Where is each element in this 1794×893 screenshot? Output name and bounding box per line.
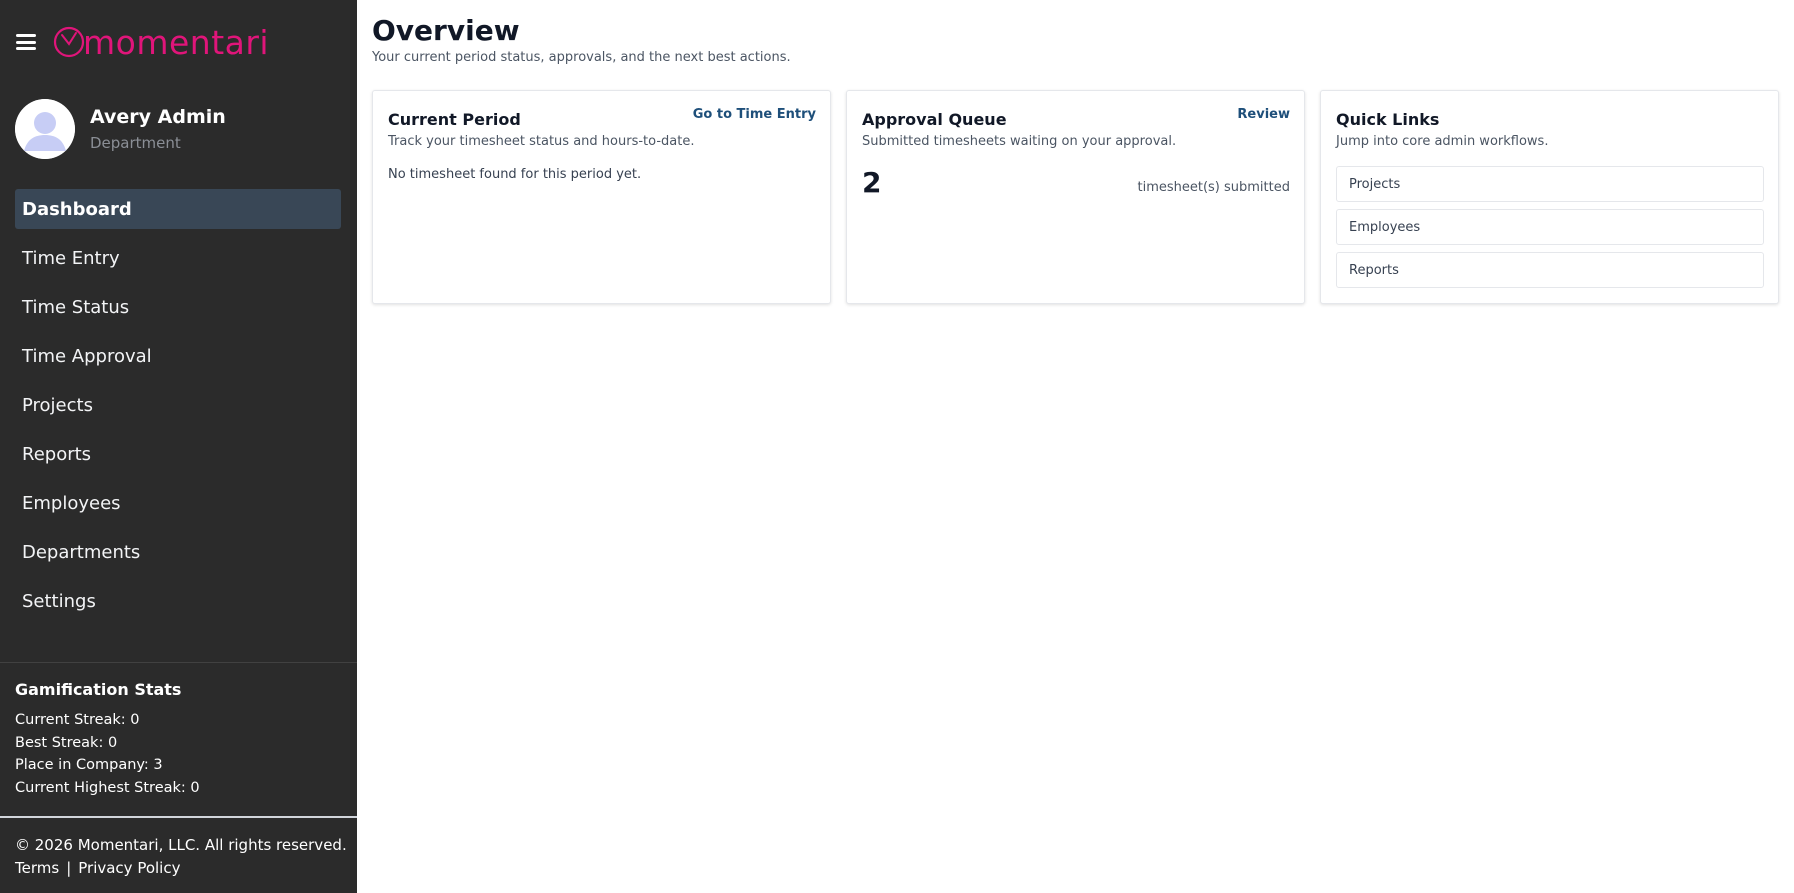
user-name: Avery Admin [90, 106, 226, 128]
current-period-card: Current Period Go to Time Entry Track yo… [372, 90, 831, 304]
sidebar-divider [0, 662, 357, 663]
go-to-time-entry-link[interactable]: Go to Time Entry [693, 107, 816, 122]
privacy-policy-link[interactable]: Privacy Policy [78, 859, 180, 877]
review-link[interactable]: Review [1237, 107, 1290, 122]
quick-links-card: Quick Links Jump into core admin workflo… [1320, 90, 1779, 304]
sidebar-item-time-approval[interactable]: Time Approval [15, 336, 341, 376]
sidebar-item-reports[interactable]: Reports [15, 434, 341, 474]
footer-separator: | [66, 858, 72, 877]
quick-link-projects[interactable]: Projects [1336, 166, 1764, 202]
best-streak: Best Streak: 0 [15, 734, 118, 751]
card-title: Current Period [388, 110, 521, 129]
page-title: Overview [372, 14, 520, 47]
footer-divider [0, 816, 357, 818]
gamification-stats: Gamification Stats Current Streak: 0 Bes… [15, 680, 200, 799]
empty-timesheet-message: No timesheet found for this period yet. [388, 167, 642, 182]
sidebar-footer: © 2026 Momentari, LLC. All rights reserv… [15, 834, 347, 879]
user-department: Department [90, 134, 181, 152]
card-description: Submitted timesheets waiting on your app… [862, 134, 1177, 149]
card-title: Quick Links [1336, 110, 1440, 129]
logo[interactable]: momentari [52, 25, 269, 59]
user-avatar-icon [15, 99, 75, 159]
terms-link[interactable]: Terms [15, 859, 59, 877]
sidebar-nav: Dashboard Time Entry Time Status Time Ap… [15, 189, 341, 630]
sidebar: momentari Avery Admin Department Dashboa… [0, 0, 357, 893]
submitted-count: 2 [862, 166, 882, 199]
brand-bar: momentari [14, 20, 269, 64]
submitted-count-label: timesheet(s) submitted [1137, 180, 1290, 195]
logo-text: momentari [83, 22, 270, 62]
clock-icon [53, 26, 85, 58]
gamification-title: Gamification Stats [15, 680, 182, 699]
user-profile: Avery Admin Department [15, 99, 226, 159]
place-in-company: Place in Company: 3 [15, 757, 163, 773]
current-streak: Current Streak: 0 [15, 712, 140, 728]
quick-link-employees[interactable]: Employees [1336, 209, 1764, 245]
sidebar-item-projects[interactable]: Projects [15, 385, 341, 425]
sidebar-item-time-entry[interactable]: Time Entry [15, 238, 341, 278]
card-description: Jump into core admin workflows. [1336, 134, 1549, 149]
card-description: Track your timesheet status and hours-to… [388, 134, 695, 149]
page-subtitle: Your current period status, approvals, a… [372, 50, 791, 65]
quick-link-reports[interactable]: Reports [1336, 252, 1764, 288]
approval-queue-card: Approval Queue Review Submitted timeshee… [846, 90, 1305, 304]
sidebar-item-departments[interactable]: Departments [15, 532, 341, 572]
hamburger-icon[interactable] [14, 32, 38, 52]
quick-links-list: Projects Employees Reports [1336, 166, 1764, 295]
main-content: Overview Your current period status, app… [357, 0, 1794, 893]
card-title: Approval Queue [862, 110, 1007, 129]
copyright-text: © 2026 Momentari, LLC. All rights reserv… [15, 836, 347, 854]
sidebar-item-settings[interactable]: Settings [15, 581, 341, 621]
sidebar-item-employees[interactable]: Employees [15, 483, 341, 523]
sidebar-item-time-status[interactable]: Time Status [15, 287, 341, 327]
sidebar-item-dashboard[interactable]: Dashboard [15, 189, 341, 229]
current-highest-streak: Current Highest Streak: 0 [15, 779, 200, 796]
